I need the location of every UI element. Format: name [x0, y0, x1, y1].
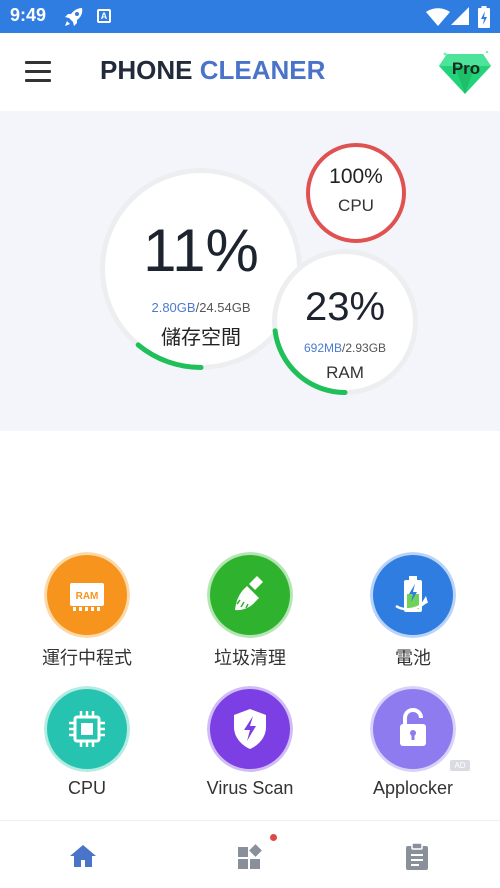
battery-icon — [478, 6, 490, 28]
feature-label: 電池 — [395, 648, 431, 669]
broom-icon — [207, 552, 293, 638]
battery-charging-icon — [370, 552, 456, 638]
padlock-icon — [370, 686, 456, 772]
cpu-percent: 100% — [329, 165, 383, 188]
pro-diamond-button[interactable]: Pro — [437, 48, 493, 96]
ram-label: RAM — [326, 363, 364, 382]
storage-used: 2.80GB — [151, 300, 196, 315]
storage-size: 2.80GB/24.54GB — [105, 300, 297, 315]
menu-icon-line — [25, 79, 51, 82]
app-title-phone: PHONE — [100, 55, 193, 85]
feature-label: Virus Scan — [206, 778, 294, 798]
ram-total: /2.93GB — [342, 341, 387, 355]
app-title-cleaner: CLEANER — [199, 55, 326, 85]
home-icon[interactable] — [68, 841, 98, 871]
feature-label: CPU — [67, 778, 106, 798]
signal-icon — [451, 7, 469, 25]
ram-used: 692MB — [303, 341, 342, 355]
storage-total: /24.54GB — [195, 300, 251, 315]
cpu-chip-icon — [44, 686, 130, 772]
feature-label: 垃圾清理 — [214, 648, 286, 669]
ram-percent: 23% — [304, 285, 386, 329]
rocket-icon — [65, 8, 83, 26]
shield-lightning-icon — [207, 686, 293, 772]
ram-icon-text: RAM — [76, 591, 99, 602]
ram-size: 692MB/2.93GB — [277, 341, 413, 355]
usage-dashboard: 11% 2.80GB/24.54GB 儲存空間 100% CPU 23% 692… — [0, 111, 500, 431]
menu-icon — [25, 61, 51, 64]
clipboard-icon[interactable] — [402, 841, 432, 871]
storage-percent: 11% — [143, 217, 259, 284]
app-header: PHONE CLEANER — [0, 33, 500, 111]
menu-button[interactable] — [25, 61, 53, 83]
ad-badge: AD — [450, 760, 470, 771]
sparkle-icon — [485, 50, 489, 54]
cpu-label: CPU — [338, 196, 374, 215]
ram-gauge[interactable]: 23% 692MB/2.93GB RAM — [272, 249, 418, 395]
bottom-navigation — [0, 820, 500, 888]
cpu-gauge[interactable]: 100% CPU — [306, 143, 406, 243]
notification-dot — [270, 834, 277, 841]
notification-a-icon: A — [97, 9, 111, 23]
pro-label: Pro — [452, 59, 480, 78]
wifi-icon — [426, 8, 450, 26]
status-time: 9:49 — [10, 5, 47, 25]
menu-icon-line — [25, 70, 51, 73]
feature-label: Applocker — [372, 778, 454, 798]
feature-label: 運行中程式 — [42, 648, 132, 669]
app-title: PHONE CLEANER — [100, 55, 325, 86]
ram-chip-icon: RAM — [44, 552, 130, 638]
sparkle-icon — [443, 52, 447, 56]
storage-label: 儲存空間 — [161, 325, 241, 349]
grid-icon[interactable] — [235, 841, 265, 871]
storage-gauge[interactable]: 11% 2.80GB/24.54GB 儲存空間 — [100, 168, 302, 370]
status-bar: 9:49 A — [0, 0, 500, 33]
